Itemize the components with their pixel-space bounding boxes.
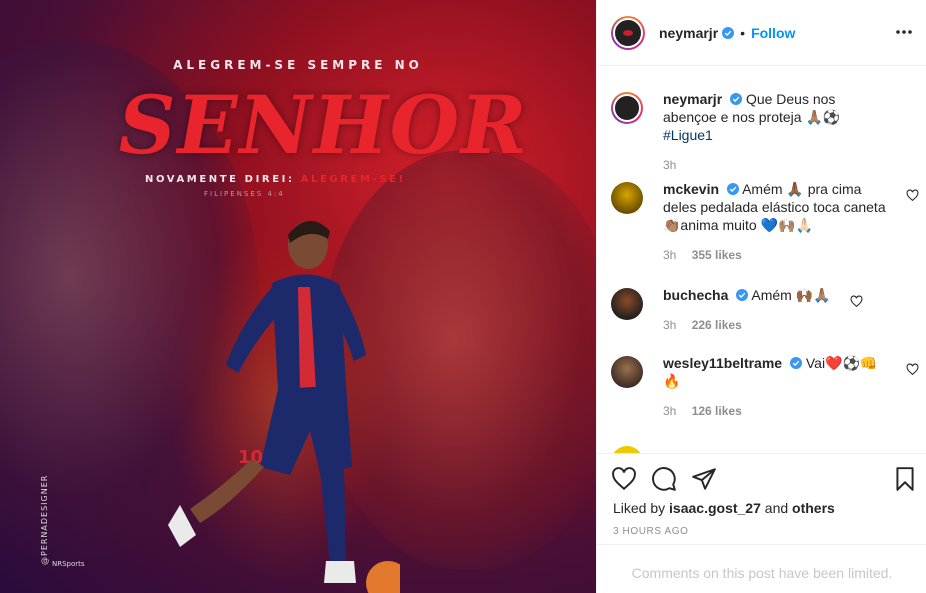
header-separator: •: [740, 24, 746, 41]
caption-text-block: neymarjr Que Deus nos abençoe e nos prot…: [663, 90, 887, 144]
poster-verse: FILIPENSES 4:4: [204, 190, 285, 198]
comment-likes[interactable]: 355 likes: [692, 248, 742, 262]
player-figure: 10: [168, 220, 400, 593]
follow-button[interactable]: Follow: [751, 25, 795, 41]
save-bookmark-icon[interactable]: [892, 466, 918, 492]
verified-badge-icon: [722, 26, 735, 39]
comment-time[interactable]: 3h: [663, 318, 676, 332]
comment-text-block: mckevin Amém 🙏🏾 pra cima deles pedalada …: [663, 180, 887, 234]
post-time-ago[interactable]: 3 HOURS AGO: [613, 526, 689, 537]
comments-list[interactable]: neymarjr Que Deus nos abençoe e nos prot…: [597, 67, 926, 453]
caption: neymarjr Que Deus nos abençoe e nos prot…: [597, 90, 926, 172]
avatar[interactable]: [611, 15, 645, 50]
poster-tagline: ALEGREM-SE SEMPRE NO: [173, 58, 423, 72]
poster-subline-text: NOVAMENTE DIREI:: [145, 174, 295, 185]
comment-text-block: wesley11beltrame Vai❤️⚽️👊 🔥: [663, 354, 887, 390]
comment-avatar[interactable]: [611, 446, 643, 453]
comment-item: ...: [597, 444, 715, 453]
comment-text-block: ...: [663, 444, 675, 453]
comment-text: Amém 🙌🏾🙏🏽: [751, 287, 831, 303]
caption-hashtag[interactable]: #Ligue1: [663, 127, 713, 143]
comment-item: mckevin Amém 🙏🏾 pra cima deles pedalada …: [597, 180, 926, 262]
comment-username[interactable]: buchecha: [663, 287, 728, 303]
comment-avatar[interactable]: [611, 356, 643, 388]
comment-username[interactable]: ...: [663, 445, 675, 453]
header-username[interactable]: neymarjr: [659, 25, 718, 41]
post-image[interactable]: ALEGREM-SE SEMPRE NO SENHOR NOVAMENTE DI…: [0, 0, 596, 593]
comment-meta: 3h 226 likes: [663, 318, 831, 332]
comment-username[interactable]: mckevin: [663, 181, 719, 197]
comment-avatar[interactable]: [611, 288, 643, 320]
like-heart-icon[interactable]: [611, 466, 637, 492]
comment-text-block: buchecha Amém 🙌🏾🙏🏽: [663, 286, 831, 304]
liked-by-text: Liked by isaac.gost_27 and others: [613, 500, 835, 516]
avatar-image: [613, 17, 643, 48]
comment-likes[interactable]: 226 likes: [692, 318, 742, 332]
comment-avatar[interactable]: [611, 182, 643, 214]
caption-meta: 3h: [663, 158, 887, 172]
caption-avatar-image: [613, 94, 641, 122]
comment-bubble-icon[interactable]: [651, 466, 677, 492]
comment-meta: 3h 355 likes: [663, 248, 887, 262]
share-send-icon[interactable]: [691, 466, 717, 492]
caption-time[interactable]: 3h: [663, 158, 676, 172]
caption-avatar[interactable]: [611, 92, 643, 124]
liked-by-and: and: [764, 500, 789, 516]
action-icon-row: [597, 454, 926, 502]
caption-username[interactable]: neymarjr: [663, 91, 722, 107]
brand-credit: NRSports: [52, 560, 85, 568]
comment-time[interactable]: 3h: [663, 248, 676, 262]
verified-badge-icon: [726, 183, 739, 195]
poster-subline: NOVAMENTE DIREI: ALEGREM-SE!: [145, 174, 406, 185]
post-actions: Liked by isaac.gost_27 and others 3 HOUR…: [597, 453, 926, 593]
liked-by-user[interactable]: isaac.gost_27: [669, 500, 761, 516]
comments-limited-notice: Comments on this post have been limited.: [597, 544, 926, 593]
verified-badge-icon: [789, 357, 802, 369]
verified-badge-icon: [730, 93, 743, 105]
liked-by-others[interactable]: others: [792, 500, 835, 516]
poster-subline-accent: ALEGREM-SE!: [300, 174, 406, 185]
comment-item: wesley11beltrame Vai❤️⚽️👊 🔥 3h 126 likes: [597, 354, 926, 418]
like-comment-heart-icon[interactable]: [906, 363, 919, 376]
comment-username[interactable]: wesley11beltrame: [663, 355, 782, 371]
like-comment-heart-icon[interactable]: [906, 189, 919, 202]
like-comment-heart-icon[interactable]: [850, 295, 863, 308]
designer-credit: @PERNADESIGNER: [40, 474, 49, 565]
comment-meta: 3h 126 likes: [663, 404, 887, 418]
more-options-icon[interactable]: [894, 22, 914, 42]
liked-by-prefix: Liked by: [613, 500, 666, 516]
comment-likes[interactable]: 126 likes: [692, 404, 742, 418]
comment-item: buchecha Amém 🙌🏾🙏🏽 3h 226 likes: [597, 286, 871, 332]
verified-badge-icon: [736, 289, 749, 301]
post-side-panel: neymarjr • Follow neymarjr Que Deus nos …: [596, 0, 926, 593]
post-header: neymarjr • Follow: [597, 0, 926, 66]
comment-time[interactable]: 3h: [663, 404, 676, 418]
poster-title: SENHOR: [109, 78, 536, 172]
